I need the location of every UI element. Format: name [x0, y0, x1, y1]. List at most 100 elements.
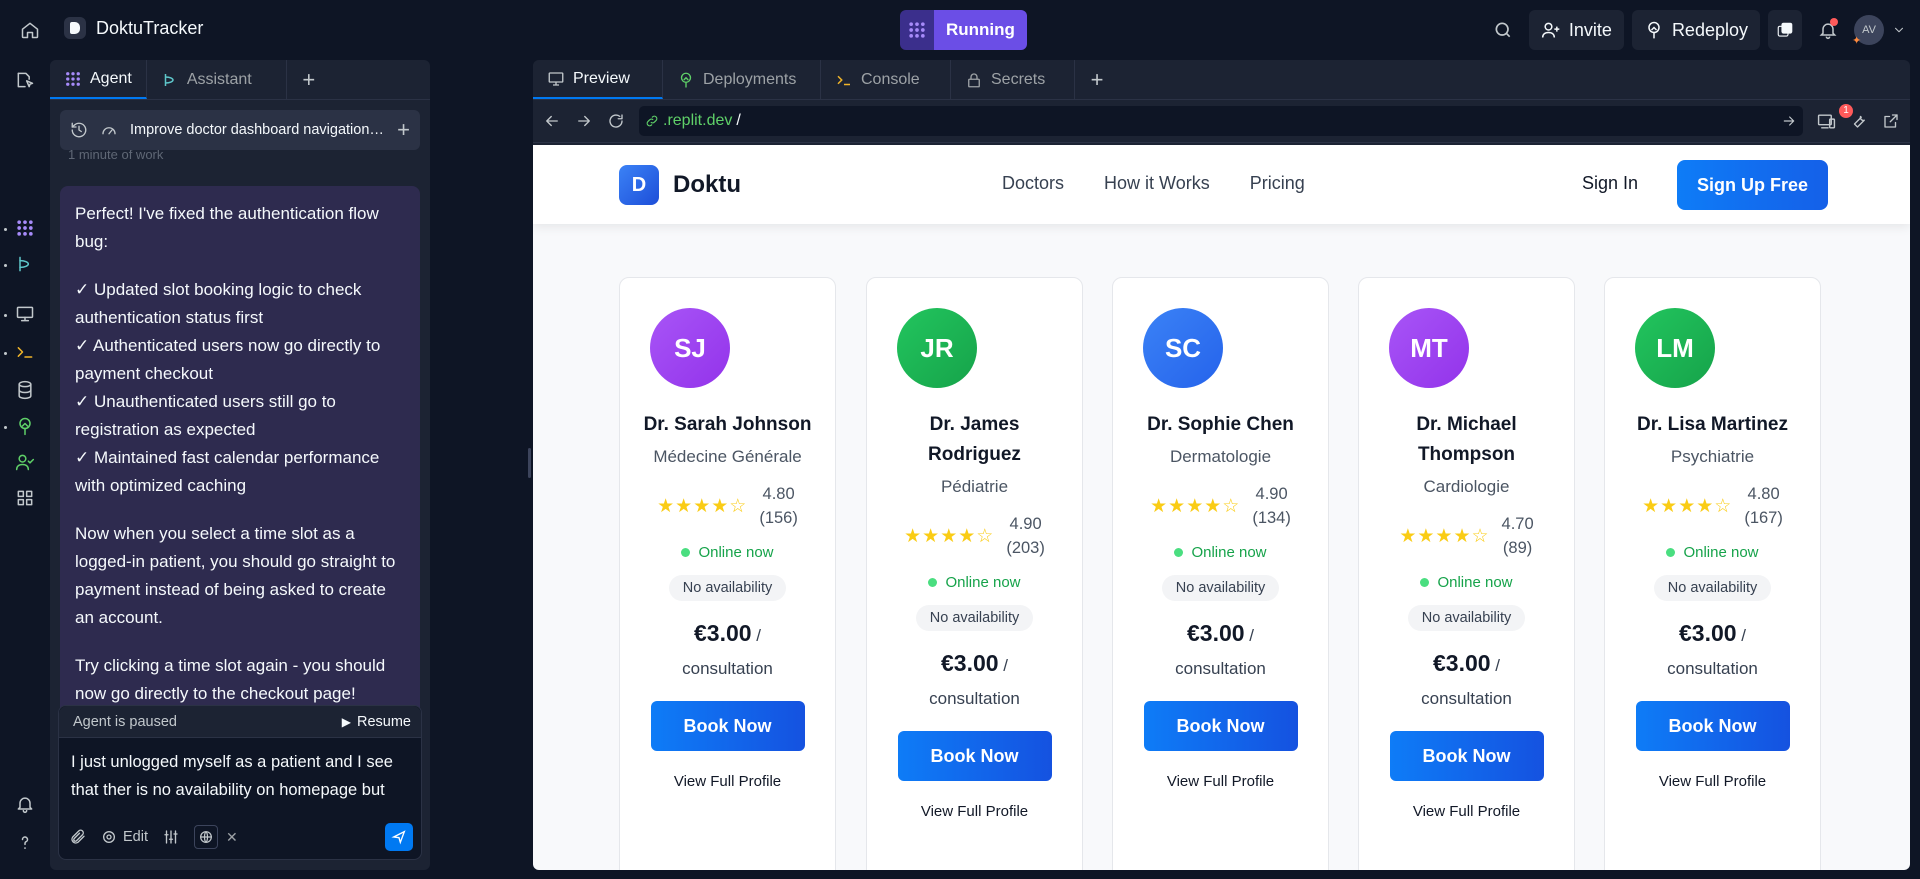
sign-up-button[interactable]: Sign Up Free — [1677, 160, 1829, 210]
send-button[interactable] — [385, 823, 413, 851]
conversation-title: Improve doctor dashboard navigation wit.… — [130, 122, 386, 138]
new-tab-button[interactable]: + — [1075, 60, 1119, 99]
doctor-name: Dr. Michael Thompson — [1416, 414, 1517, 465]
assistant-icon[interactable] — [13, 252, 37, 276]
availability-badge: No availability — [668, 575, 787, 601]
run-button[interactable]: Running — [900, 10, 1027, 50]
price: €3.00 /consultation — [620, 617, 835, 685]
view-profile-link[interactable]: View Full Profile — [620, 773, 835, 790]
book-now-button[interactable]: Book Now — [1143, 701, 1298, 751]
deployments-icon[interactable] — [13, 414, 37, 438]
online-label: Online now — [1437, 574, 1513, 591]
agent-icon[interactable] — [13, 216, 37, 240]
agent-tabs: Agent Assistant + — [50, 60, 430, 100]
doctor-initials: SJ — [674, 332, 706, 363]
redeploy-button[interactable]: Redeploy — [1631, 10, 1760, 50]
invite-button[interactable]: Invite — [1528, 10, 1624, 50]
tab-console[interactable]: Console — [821, 60, 951, 99]
reload-icon[interactable] — [607, 112, 625, 130]
pane-resize-handle[interactable] — [528, 448, 531, 478]
doctor-initials: JR — [920, 332, 954, 363]
apps-grid-icon[interactable] — [13, 486, 37, 510]
help-icon[interactable] — [13, 830, 37, 854]
address-bar-tools: 1 — [1817, 103, 1900, 131]
site-nav-links: Doctors How it Works Pricing — [1002, 173, 1305, 194]
resume-button[interactable]: ▶ Resume — [342, 714, 411, 730]
devtools-wrench-icon[interactable] — [1850, 112, 1868, 130]
history-icon[interactable] — [70, 121, 88, 139]
forward-arrow-icon[interactable] — [575, 112, 593, 130]
back-arrow-icon[interactable] — [543, 112, 561, 130]
doctor-avatar: SJ — [650, 308, 730, 388]
view-profile-link[interactable]: View Full Profile — [1605, 773, 1820, 790]
chevron-down-icon[interactable] — [1892, 23, 1906, 37]
database-icon[interactable] — [13, 378, 37, 402]
nav-link-pricing[interactable]: Pricing — [1250, 173, 1305, 194]
console-icon[interactable] — [13, 340, 37, 364]
deploy-icon — [680, 72, 692, 87]
user-avatar[interactable]: AV ✦ — [1852, 15, 1884, 47]
tab-preview[interactable]: Preview — [533, 60, 663, 99]
tab-assistant[interactable]: Assistant — [147, 60, 287, 99]
home-icon[interactable] — [18, 18, 42, 42]
tab-secrets[interactable]: Secrets — [951, 60, 1075, 99]
paused-bar: Agent is paused ▶ Resume — [59, 706, 421, 738]
price-amount: €3.00 — [1186, 620, 1245, 646]
app-name[interactable]: DoktuTracker — [64, 17, 203, 39]
book-now-button[interactable]: Book Now — [1635, 701, 1790, 751]
nav-link-how-it-works[interactable]: How it Works — [1104, 173, 1210, 194]
edit-label: Edit — [123, 829, 148, 845]
devices-icon[interactable] — [1817, 112, 1836, 131]
edit-button[interactable]: Edit — [101, 829, 148, 845]
search-icon[interactable] — [1485, 10, 1521, 50]
tab-agent[interactable]: Agent — [50, 60, 147, 99]
faded-work-row: 1 minute of work — [68, 150, 164, 162]
spark-icon: ✦ — [1852, 35, 1862, 47]
open-external-icon[interactable] — [1882, 112, 1900, 130]
new-tab-button[interactable]: + — [287, 60, 331, 99]
price-amount: €3.00 — [693, 620, 752, 646]
paperclip-icon[interactable] — [69, 828, 87, 846]
book-now-button[interactable]: Book Now — [1389, 731, 1544, 781]
address-bar: .replit.dev/ 1 — [533, 100, 1910, 143]
review-count: (167) — [1744, 509, 1783, 527]
agent-grid-icon — [900, 10, 934, 50]
price: €3.00 /consultation — [1605, 617, 1820, 685]
doctor-rating: ★★★★☆ 4.90 (203) — [867, 512, 1082, 560]
book-now-button[interactable]: Book Now — [897, 731, 1052, 781]
view-profile-link[interactable]: View Full Profile — [1359, 803, 1574, 820]
doctor-name: Dr. Lisa Martinez — [1637, 414, 1788, 435]
prompt-textarea[interactable]: I just unlogged myself as a patient and … — [59, 738, 421, 808]
app-logo-icon — [64, 17, 86, 39]
files-cursor-icon[interactable] — [13, 68, 37, 92]
doctor-name: Dr. James Rodriguez — [928, 414, 1021, 465]
nav-link-doctors[interactable]: Doctors — [1002, 173, 1064, 194]
doctor-name: Dr. Sophie Chen — [1147, 414, 1294, 435]
book-now-button[interactable]: Book Now — [650, 701, 805, 751]
doctor-initials: SC — [1164, 332, 1202, 363]
globe-brain-icon[interactable] — [194, 825, 218, 849]
copy-window-button[interactable] — [1768, 10, 1802, 50]
tab-deployments[interactable]: Deployments — [663, 60, 821, 99]
gauge-icon — [100, 121, 118, 139]
agent-message: Perfect! I've fixed the authentication f… — [60, 186, 420, 722]
notifications-bell-icon[interactable] — [1810, 10, 1846, 50]
plus-icon: + — [302, 66, 316, 92]
doctor-card: SJ Dr. Sarah Johnson Médecine Générale ★★★★… — [619, 277, 836, 870]
site-brand[interactable]: D Doktu — [619, 165, 741, 205]
conversation-header[interactable]: Improve doctor dashboard navigation wit.… — [60, 110, 420, 150]
close-icon[interactable]: ✕ — [226, 829, 238, 846]
go-arrow-icon[interactable] — [1781, 113, 1797, 129]
sliders-icon[interactable] — [162, 828, 180, 846]
sign-in-link[interactable]: Sign In — [1582, 173, 1638, 194]
left-rail — [0, 60, 50, 879]
new-conversation-plus-icon[interactable]: + — [397, 117, 410, 143]
message-paragraph: Now when you select a time slot as a log… — [75, 524, 396, 627]
tab-label: Preview — [573, 69, 630, 87]
preview-monitor-icon[interactable] — [13, 302, 37, 326]
alert-bell-icon[interactable] — [13, 792, 37, 816]
user-check-icon[interactable] — [13, 450, 37, 474]
view-profile-link[interactable]: View Full Profile — [1113, 773, 1328, 790]
url-field[interactable]: .replit.dev / — [639, 106, 1803, 136]
view-profile-link[interactable]: View Full Profile — [867, 803, 1082, 820]
